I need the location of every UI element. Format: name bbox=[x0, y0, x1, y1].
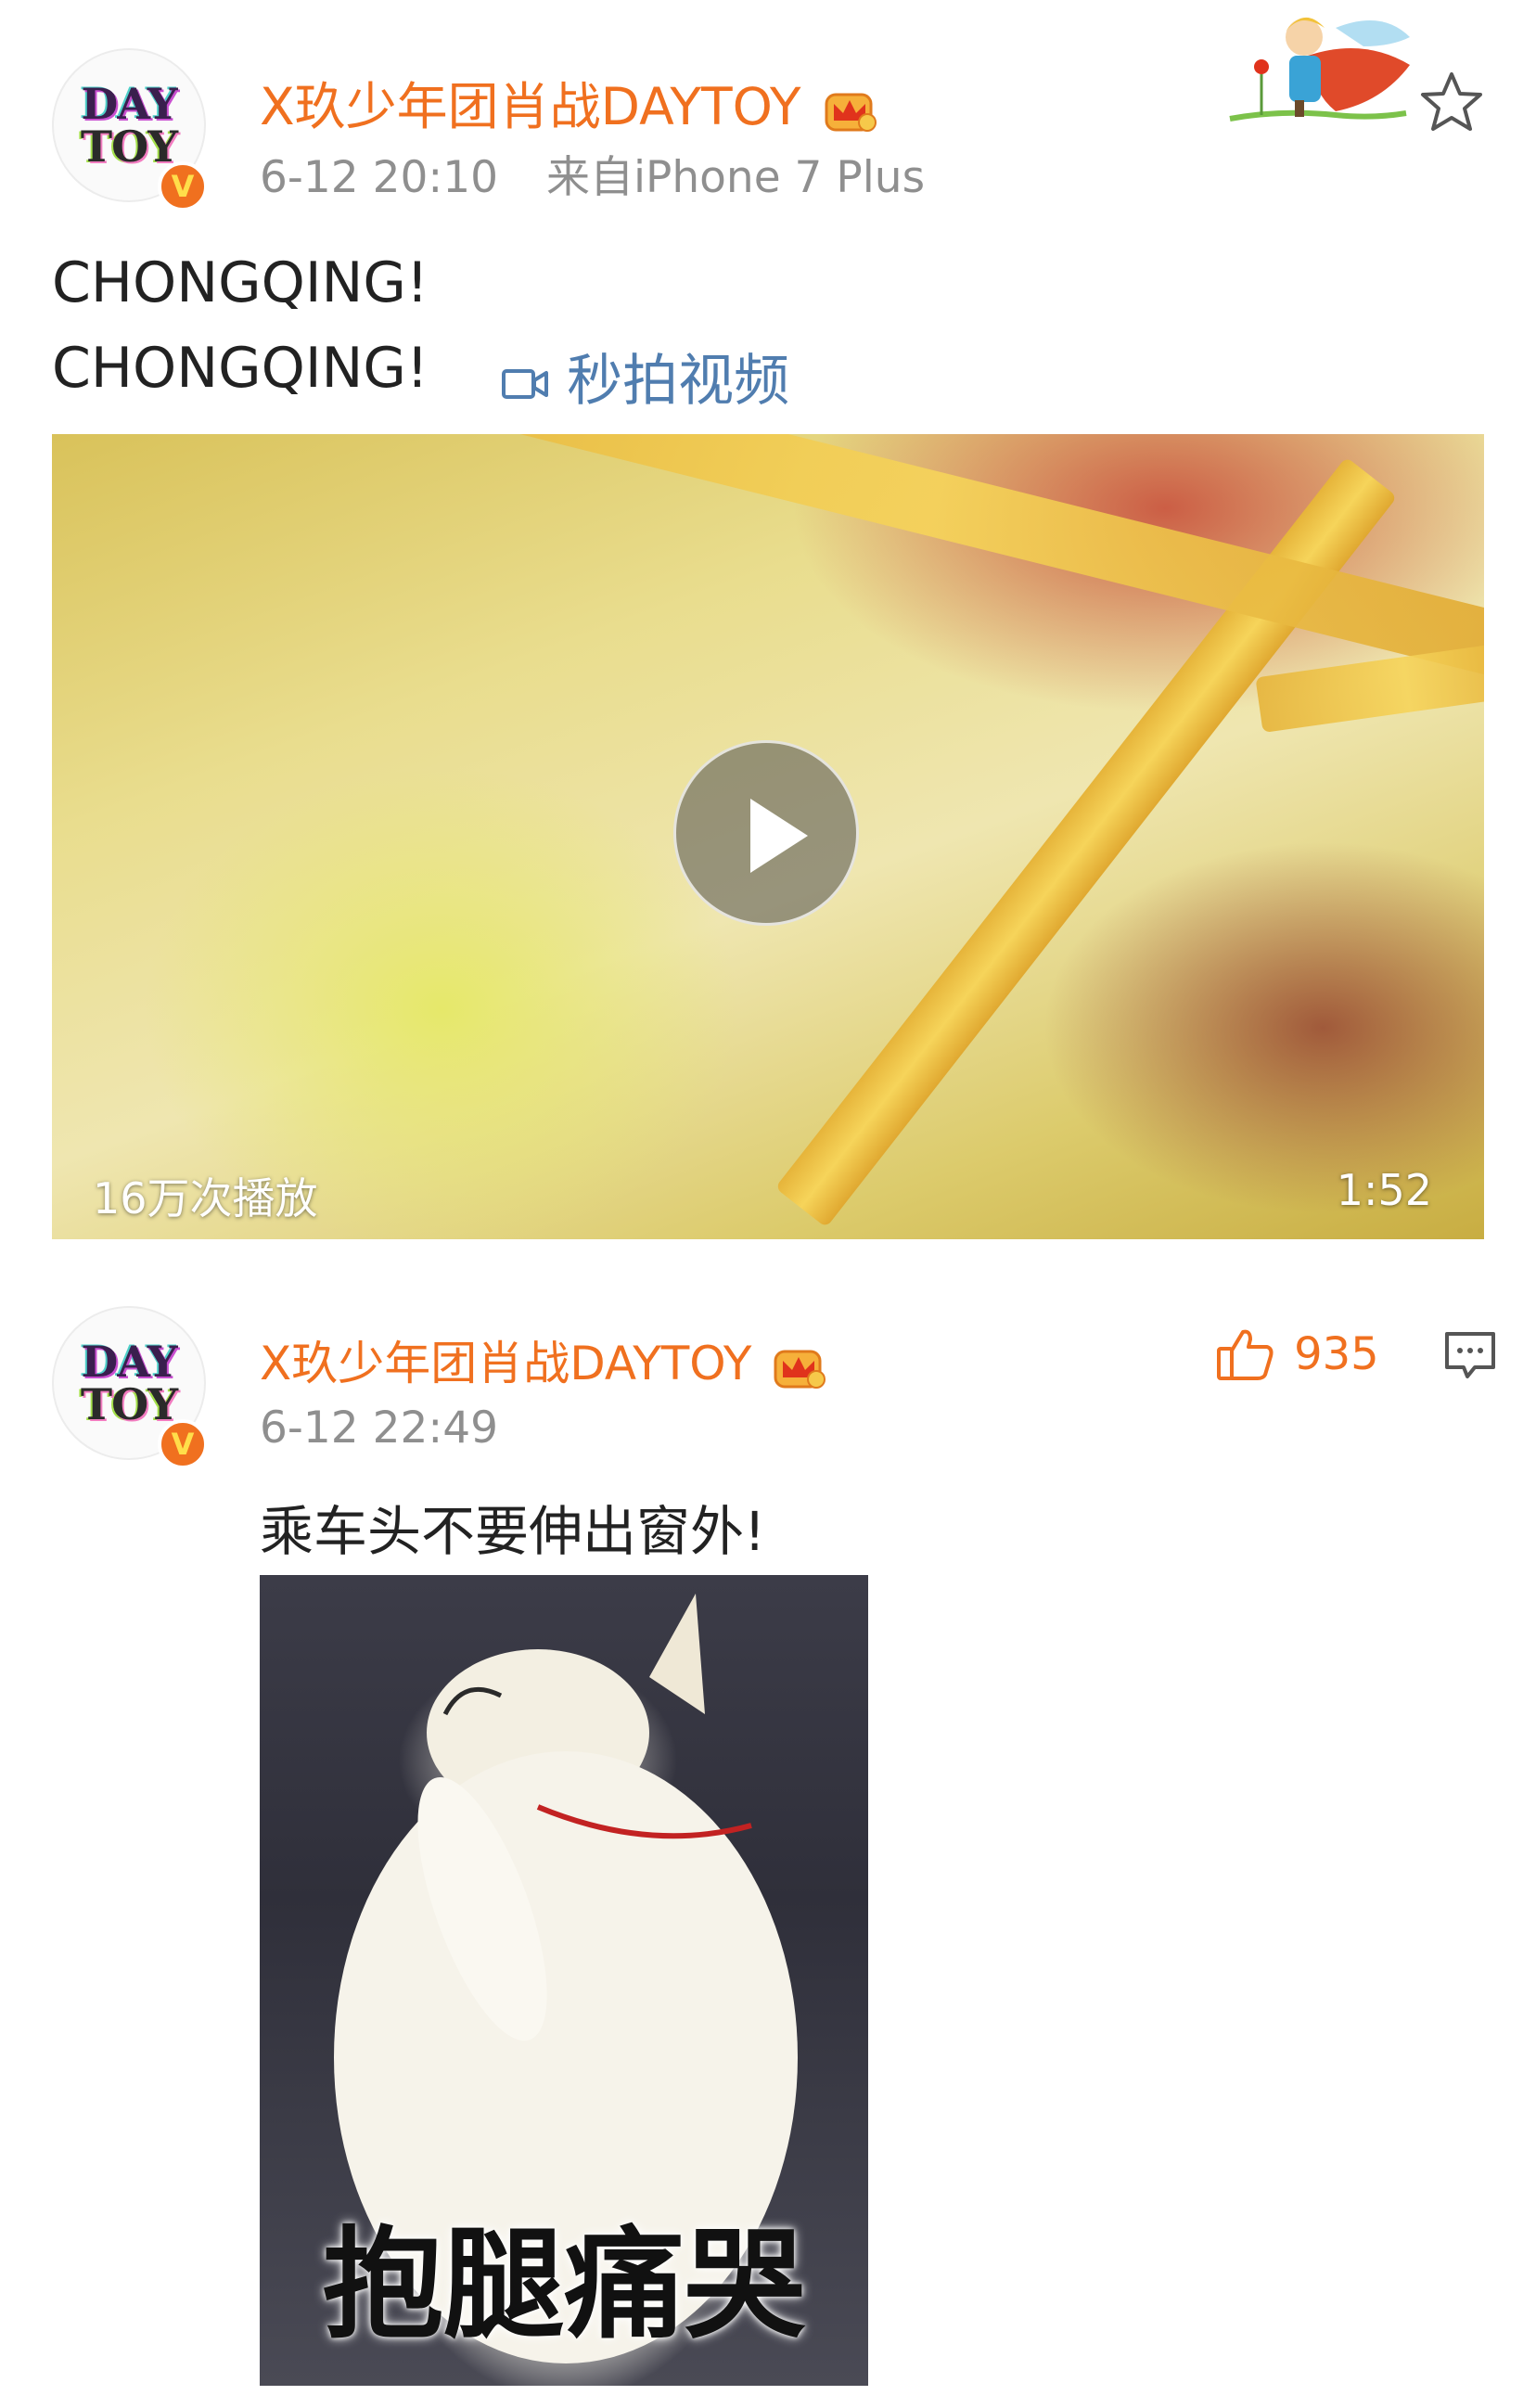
like-button[interactable]: 935 bbox=[1215, 1326, 1379, 1382]
author-name[interactable]: X玖少年团肖战DAYTOY bbox=[260, 65, 877, 139]
video-duration: 1:52 bbox=[1336, 1165, 1432, 1215]
verified-badge-icon: V bbox=[158, 161, 208, 211]
video-link[interactable]: 秒拍视频 bbox=[501, 336, 789, 416]
post-source: 来自iPhone 7 Plus bbox=[545, 152, 926, 203]
author-avatar[interactable]: DAY TOY V bbox=[52, 48, 208, 211]
post-meta: 6-12 20:10 来自iPhone 7 Plus bbox=[260, 141, 925, 205]
chopstick-decoration bbox=[1255, 636, 1484, 733]
comment-author-name[interactable]: X玖少年团肖战DAYTOY bbox=[260, 1326, 826, 1393]
image-caption: 抱腿痛哭 bbox=[322, 2214, 805, 2355]
post-timestamp: 6-12 20:10 bbox=[260, 152, 499, 203]
little-prince-decoration-icon bbox=[1229, 17, 1410, 122]
crown-badge-icon bbox=[774, 1350, 826, 1389]
video-view-count: 16万次播放 bbox=[93, 1173, 318, 1223]
like-count: 935 bbox=[1294, 1328, 1379, 1380]
comment-author-avatar[interactable]: DAY TOY V bbox=[52, 1306, 208, 1469]
play-icon[interactable] bbox=[673, 740, 859, 926]
verified-badge-icon: V bbox=[158, 1419, 208, 1469]
star-favorite-icon[interactable] bbox=[1419, 70, 1484, 134]
comment-timestamp: 6-12 22:49 bbox=[260, 1403, 499, 1454]
thumbs-up-icon bbox=[1217, 1329, 1274, 1380]
comment-image[interactable]: 抱腿痛哭 bbox=[260, 1575, 868, 2386]
comment-text: 乘车头不要伸出窗外! bbox=[260, 1500, 766, 1563]
video-camera-icon bbox=[502, 369, 548, 400]
video-player[interactable]: 16万次播放 1:52 bbox=[52, 434, 1484, 1239]
post-text-line-2: CHONGQING! bbox=[52, 336, 429, 401]
crown-badge-icon bbox=[825, 93, 877, 132]
post-text-line-1: CHONGQING! bbox=[52, 250, 429, 315]
comment-icon[interactable] bbox=[1443, 1330, 1497, 1382]
video-link-label: 秒拍视频 bbox=[567, 349, 790, 414]
